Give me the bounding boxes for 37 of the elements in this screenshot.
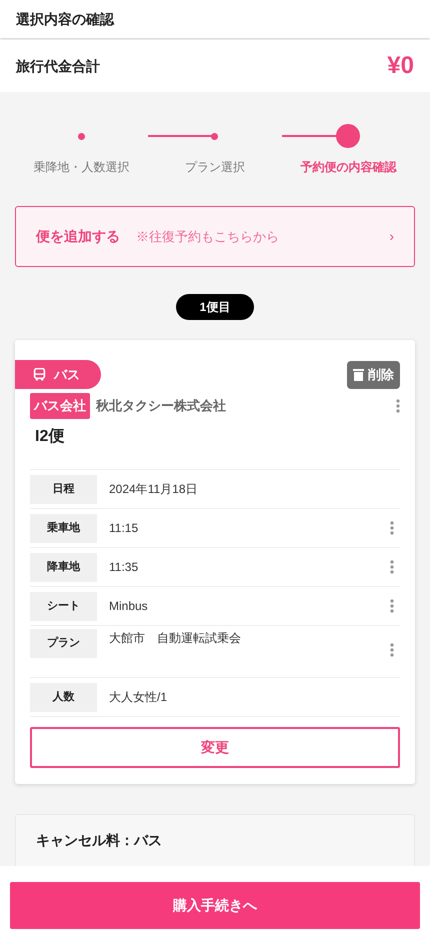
cancel-title: キャンセル料：バス <box>36 832 162 848</box>
purchase-button[interactable]: 購入手続きへ <box>10 882 420 928</box>
step-label: プラン選択 <box>184 159 245 176</box>
chevron-icon: › <box>389 226 394 247</box>
delete-button[interactable]: 削除 <box>347 360 400 388</box>
row-value: Minbus <box>109 598 148 615</box>
company-tag: バス会社 <box>30 393 90 419</box>
step-label: 乗降地・人数選択 <box>34 159 130 176</box>
row-value: 大人女性/1 <box>109 689 168 706</box>
row-label: 乗車地 <box>30 514 97 542</box>
total-amount: ¥0 <box>387 51 414 81</box>
row-label: 日程 <box>30 474 97 504</box>
trash-icon <box>353 368 364 381</box>
row-label: 降車地 <box>30 552 97 582</box>
row-value: 大館市 自動運転試乗会 <box>109 630 241 647</box>
row-label: 人数 <box>30 682 97 712</box>
row-value: 2024年11月18日 <box>109 481 198 498</box>
bus-icon <box>33 368 46 381</box>
more-icon[interactable] <box>390 521 394 535</box>
change-button[interactable]: 変更 <box>30 727 400 768</box>
total-label: 旅行代金合計 <box>16 56 100 76</box>
row-label: プラン <box>30 629 97 658</box>
bus-tag: バス <box>15 360 101 389</box>
add-trip-button[interactable]: 便を追加する ※往復予約もこちらから › <box>15 206 415 267</box>
row-value: 11:35 <box>109 559 138 576</box>
add-trip-note: ※往復予約もこちらから <box>136 228 279 246</box>
more-icon[interactable] <box>396 399 400 413</box>
row-value: 11:15 <box>109 520 138 537</box>
step-label: 予約便の内容確認 <box>300 159 396 176</box>
company-name: 秋北タクシー株式会社 <box>96 397 226 416</box>
more-icon[interactable] <box>390 599 394 613</box>
page-title: 選択内容の確認 <box>16 10 114 28</box>
row-label: シート <box>30 592 97 620</box>
more-icon[interactable] <box>390 643 394 657</box>
trip-name: I2便 <box>34 427 66 447</box>
trip-number-badge: 1便目 <box>176 294 254 320</box>
more-icon[interactable] <box>390 560 394 574</box>
